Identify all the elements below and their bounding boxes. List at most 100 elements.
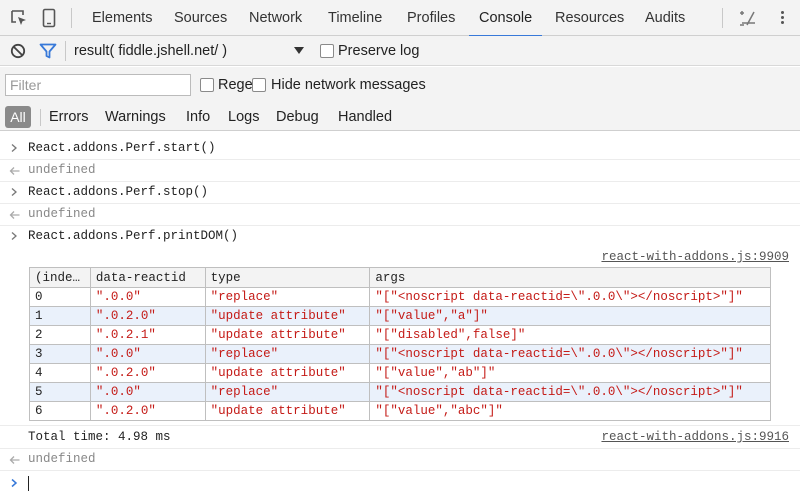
- cell-args: "["<noscript data-reactid=\".0.0\"></nos…: [369, 382, 771, 402]
- cell-reactid: ".0.2.0": [89, 306, 206, 326]
- inspect-element-icon[interactable]: [5, 0, 33, 36]
- hide-network-checkbox[interactable]: [252, 78, 266, 92]
- console-result-text: undefined: [28, 207, 96, 221]
- table-row: 2 ".0.2.1" "update attribute" "["disabled",…: [29, 325, 771, 345]
- cell-type: "update attribute": [204, 325, 371, 345]
- cell-args: "["<noscript data-reactid=\".0.0\"></nos…: [369, 287, 771, 307]
- console-table: (inde… data-reactid type args 0 ".0.0" "re…: [29, 267, 771, 421]
- source-link[interactable]: react-with-addons.js:9916: [601, 430, 789, 444]
- result-arrow-icon: [9, 456, 20, 464]
- cell-reactid: ".0.0": [89, 287, 206, 307]
- column-header-args[interactable]: args: [369, 267, 771, 288]
- column-header-index[interactable]: (inde…: [29, 267, 91, 288]
- device-mode-icon[interactable]: [35, 0, 63, 36]
- filter-input[interactable]: [5, 74, 191, 96]
- cell-args: "["value","abc"]": [369, 401, 771, 421]
- cell-index: 3: [29, 344, 91, 364]
- cell-reactid: ".0.2.0": [89, 363, 206, 383]
- column-header-reactid[interactable]: data-reactid: [89, 267, 206, 288]
- table-row: 5 ".0.0" "replace" "["<noscript data-reacti…: [29, 382, 771, 402]
- filter-icon[interactable]: [34, 36, 62, 66]
- console-context-bar: result( fiddle.jshell.net/ ) Preserve lo…: [0, 36, 800, 66]
- cell-index: 4: [29, 363, 91, 383]
- cell-type: "update attribute": [204, 401, 371, 421]
- tab-audits[interactable]: Audits: [645, 0, 685, 36]
- level-warnings-button[interactable]: Warnings: [105, 103, 166, 131]
- level-logs-button[interactable]: Logs: [228, 103, 259, 131]
- console-input-message: React.addons.Perf.printDOM(): [0, 226, 800, 248]
- level-handled-button[interactable]: Handled: [338, 103, 392, 131]
- cell-reactid: ".0.0": [89, 382, 206, 402]
- total-time-message: Total time: 4.98 ms react-with-addons.js…: [0, 425, 800, 449]
- tab-sources[interactable]: Sources: [174, 0, 227, 36]
- console-result-message: undefined: [0, 160, 800, 182]
- console-filter-bar: Regex Hide network messages: [0, 67, 800, 103]
- text-cursor: [28, 476, 29, 491]
- cell-type: "replace": [204, 382, 371, 402]
- chevron-right-icon: [11, 144, 17, 152]
- devtools-tab-bar: Elements Sources Network Timeline Profil…: [0, 0, 800, 37]
- cell-index: 5: [29, 382, 91, 402]
- toolbar-divider: [722, 8, 723, 28]
- toolbar-divider: [65, 41, 66, 61]
- cell-index: 1: [29, 306, 91, 326]
- cell-type: "replace": [204, 344, 371, 364]
- result-arrow-icon: [9, 167, 20, 175]
- console-result-text: undefined: [28, 163, 96, 177]
- level-all-button[interactable]: All: [5, 106, 31, 128]
- table-row: 6 ".0.2.0" "update attribute" "["value","ab…: [29, 401, 771, 421]
- console-input-message: React.addons.Perf.stop(): [0, 182, 800, 204]
- hide-network-label: Hide network messages: [271, 77, 426, 93]
- cell-type: "update attribute": [204, 363, 371, 383]
- console-input-text: React.addons.Perf.stop(): [28, 185, 209, 199]
- table-row: 1 ".0.2.0" "update attribute" "["value","a"…: [29, 306, 771, 326]
- table-header-row: (inde… data-reactid type args: [29, 267, 771, 288]
- toolbar-divider: [71, 8, 72, 28]
- level-debug-button[interactable]: Debug: [276, 103, 319, 131]
- execution-context-select[interactable]: result( fiddle.jshell.net/ ): [74, 36, 227, 66]
- console-input-text: React.addons.Perf.printDOM(): [28, 229, 239, 243]
- result-arrow-icon: [9, 211, 20, 219]
- chevron-down-icon[interactable]: [294, 47, 304, 54]
- console-messages: React.addons.Perf.start() undefined Reac…: [0, 132, 800, 503]
- cell-args: "["<noscript data-reactid=\".0.0\"></nos…: [369, 344, 771, 364]
- tab-timeline[interactable]: Timeline: [328, 0, 382, 36]
- tab-profiles[interactable]: Profiles: [407, 0, 455, 36]
- cell-reactid: ".0.2.1": [89, 325, 206, 345]
- tab-console[interactable]: Console: [468, 0, 543, 37]
- console-result-text: undefined: [28, 452, 96, 466]
- total-time-text: Total time: 4.98 ms: [28, 430, 171, 444]
- chevron-right-icon: [11, 188, 17, 196]
- column-header-type[interactable]: type: [204, 267, 371, 288]
- more-options-icon[interactable]: [779, 9, 785, 27]
- console-input-message: React.addons.Perf.start(): [0, 138, 800, 160]
- level-filter-bar: All Errors Warnings Info Logs Debug Hand…: [0, 103, 800, 131]
- preserve-log-label: Preserve log: [338, 43, 420, 59]
- cell-args: "["disabled",false]": [369, 325, 771, 345]
- console-input-text: React.addons.Perf.start(): [28, 141, 216, 155]
- table-row: 3 ".0.0" "replace" "["<noscript data-reacti…: [29, 344, 771, 364]
- console-prompt[interactable]: [0, 471, 800, 495]
- table-row: 0 ".0.0" "replace" "["<noscript data-reacti…: [29, 287, 771, 307]
- cell-reactid: ".0.2.0": [89, 401, 206, 421]
- level-info-button[interactable]: Info: [186, 103, 210, 131]
- tab-elements[interactable]: Elements: [92, 0, 152, 36]
- level-errors-button[interactable]: Errors: [49, 103, 88, 131]
- table-row: 4 ".0.2.0" "update attribute" "["value","ab…: [29, 363, 771, 383]
- regex-checkbox[interactable]: [200, 78, 214, 92]
- tab-network[interactable]: Network: [249, 0, 302, 36]
- cell-args: "["value","a"]": [369, 306, 771, 326]
- cell-args: "["value","ab"]": [369, 363, 771, 383]
- source-link[interactable]: react-with-addons.js:9909: [601, 250, 789, 264]
- toolbar-divider: [40, 109, 41, 126]
- tab-resources[interactable]: Resources: [555, 0, 624, 36]
- cell-reactid: ".0.0": [89, 344, 206, 364]
- cell-type: "update attribute": [204, 306, 371, 326]
- preserve-log-checkbox[interactable]: [320, 44, 334, 58]
- console-result-message: undefined: [0, 204, 800, 226]
- prompt-chevron-icon: [11, 478, 18, 488]
- cell-index: 6: [29, 401, 91, 421]
- console-result-message: undefined: [0, 449, 800, 471]
- warning-icon[interactable]: [738, 9, 756, 27]
- clear-console-icon[interactable]: [4, 36, 32, 66]
